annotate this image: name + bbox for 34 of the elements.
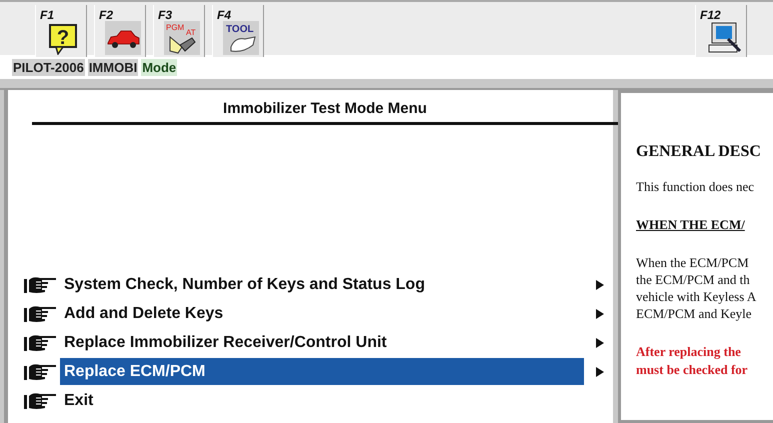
pointing-hand-icon: [24, 362, 58, 380]
icon-label: AT: [186, 28, 196, 37]
menu-item[interactable]: Add and Delete Keys: [60, 300, 584, 327]
car-icon: [105, 21, 141, 55]
icon-label: ?: [56, 27, 70, 49]
function-key-button[interactable]: F2: [94, 5, 146, 57]
pointing-hand-icon: [24, 334, 58, 352]
pointing-hand-icon: [24, 392, 58, 410]
warning-text: After replacing the: [636, 343, 742, 361]
icon-label: TOOL: [226, 24, 254, 35]
breadcrumb-tag: IMMOBI: [88, 58, 138, 76]
doc-paragraph: ECM/PCM and Keyle: [636, 305, 753, 322]
doc-paragraph: This function does nec: [636, 178, 756, 195]
function-key-button[interactable]: F12: [695, 5, 747, 57]
icon-label: PGM: [166, 23, 184, 32]
doc-paragraph: When the ECM/PCM: [636, 254, 750, 271]
breadcrumb-tag: PILOT-2006: [12, 58, 85, 76]
pointing-hand-icon: [24, 276, 58, 294]
menu-item[interactable]: System Check, Number of Keys and Status Log: [60, 271, 584, 298]
doc-paragraph: the ECM/PCM and th: [636, 271, 751, 288]
computer-icon: [706, 21, 742, 55]
menu-item[interactable]: Exit: [60, 387, 584, 414]
function-key-button[interactable]: F3 PGM AT: [153, 5, 205, 57]
doc-heading: GENERAL DESC: [636, 143, 762, 160]
mode-label: Mode: [141, 58, 178, 76]
pointing-hand-icon: [24, 304, 58, 322]
menu-item[interactable]: Replace ECM/PCM: [60, 358, 584, 385]
warning-text: must be checked for: [636, 361, 749, 379]
doc-paragraph: vehicle with Keyless A: [636, 288, 758, 305]
function-key-button[interactable]: F1 ?: [35, 5, 87, 57]
menu-title: Immobilizer Test Mode Menu: [32, 100, 618, 125]
menu-item[interactable]: Replace Immobilizer Receiver/Control Unit: [60, 329, 584, 356]
function-key-button[interactable]: F4 TOOL: [212, 5, 264, 57]
doc-subheading: WHEN THE ECM/: [636, 216, 746, 233]
